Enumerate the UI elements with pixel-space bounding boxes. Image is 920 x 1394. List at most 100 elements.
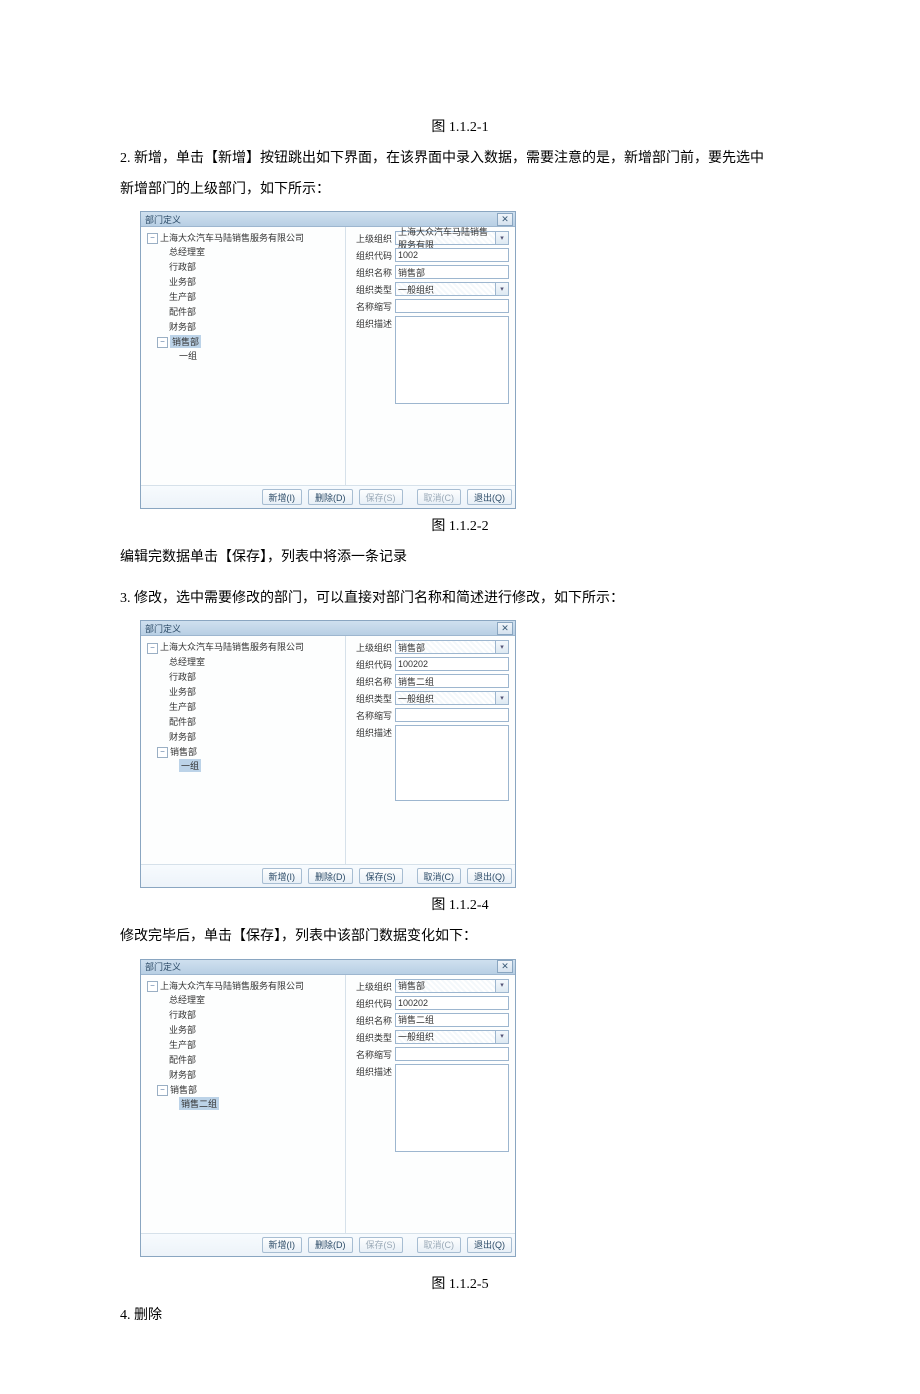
- label-parent-org: 上级组织: [352, 231, 395, 245]
- add-button[interactable]: 新增(I): [262, 868, 303, 884]
- dropdown-icon[interactable]: ▾: [496, 691, 509, 705]
- input-org-name[interactable]: 销售二组: [395, 674, 509, 688]
- label-parent-org: 上级组织: [352, 979, 395, 993]
- tree-root[interactable]: 上海大众汽车马陆销售服务有限公司: [160, 979, 304, 992]
- delete-button[interactable]: 删除(D): [308, 1237, 353, 1253]
- toggle-icon[interactable]: −: [147, 233, 158, 244]
- label-org-code: 组织代码: [352, 657, 395, 671]
- label-parent-org: 上级组织: [352, 640, 395, 654]
- tree-item[interactable]: 业务部: [169, 685, 196, 698]
- exit-button[interactable]: 退出(Q): [467, 868, 512, 884]
- tree-root[interactable]: 上海大众汽车马陆销售服务有限公司: [160, 231, 304, 244]
- para-4: 4. 删除: [120, 1303, 800, 1330]
- tree-root[interactable]: 上海大众汽车马陆销售服务有限公司: [160, 640, 304, 653]
- tree-item[interactable]: 销售部: [170, 1083, 197, 1096]
- input-org-code[interactable]: 100202: [395, 996, 509, 1010]
- para-2-line1: 2. 新增，单击【新增】按钮跳出如下界面，在该界面中录入数据，需要注意的是，新增…: [120, 146, 800, 173]
- tree-item[interactable]: 财务部: [169, 320, 196, 333]
- dropdown-icon[interactable]: ▾: [496, 282, 509, 296]
- input-desc[interactable]: [395, 1064, 509, 1152]
- input-org-code[interactable]: 100202: [395, 657, 509, 671]
- save-button[interactable]: 保存(S): [359, 868, 403, 884]
- button-bar: 新增(I) 删除(D) 保存(S) 取消(C) 退出(Q): [141, 864, 515, 887]
- input-org-type[interactable]: 一般组织: [395, 691, 496, 705]
- save-button[interactable]: 保存(S): [359, 489, 403, 505]
- label-org-code: 组织代码: [352, 996, 395, 1010]
- tree-item[interactable]: 销售部: [170, 745, 197, 758]
- close-icon[interactable]: ✕: [497, 960, 513, 973]
- tree-item[interactable]: 业务部: [169, 1023, 196, 1036]
- tree-item[interactable]: 总经理室: [169, 245, 205, 258]
- tree-item[interactable]: 总经理室: [169, 993, 205, 1006]
- tree-item[interactable]: 总经理室: [169, 655, 205, 668]
- input-abbrev[interactable]: [395, 299, 509, 313]
- tree-item[interactable]: 行政部: [169, 1008, 196, 1021]
- add-button[interactable]: 新增(I): [262, 1237, 303, 1253]
- close-icon[interactable]: ✕: [497, 622, 513, 635]
- toggle-icon[interactable]: −: [157, 1085, 168, 1096]
- toggle-icon[interactable]: −: [147, 981, 158, 992]
- button-bar: 新增(I) 删除(D) 保存(S) 取消(C) 退出(Q): [141, 485, 515, 508]
- tree-item[interactable]: 生产部: [169, 700, 196, 713]
- org-tree[interactable]: −上海大众汽车马陆销售服务有限公司 总经理室 行政部 业务部 生产部 配件部 财…: [143, 639, 343, 774]
- cancel-button[interactable]: 取消(C): [417, 868, 462, 884]
- tree-item-selected[interactable]: 销售部: [170, 335, 201, 348]
- tree-item[interactable]: 行政部: [169, 670, 196, 683]
- title-bar[interactable]: 部门定义 ✕: [141, 621, 515, 636]
- input-org-type[interactable]: 一般组织: [395, 282, 496, 296]
- dropdown-icon[interactable]: ▾: [496, 231, 509, 245]
- dropdown-icon[interactable]: ▾: [496, 1030, 509, 1044]
- input-desc[interactable]: [395, 725, 509, 801]
- input-org-code[interactable]: 1002: [395, 248, 509, 262]
- input-abbrev[interactable]: [395, 1047, 509, 1061]
- tree-item[interactable]: 生产部: [169, 290, 196, 303]
- label-desc: 组织描述: [352, 725, 395, 739]
- dept-dialog-a: 部门定义 ✕ −上海大众汽车马陆销售服务有限公司 总经理室 行政部 业务部 生产…: [140, 211, 516, 509]
- label-org-type: 组织类型: [352, 691, 395, 705]
- toggle-icon[interactable]: −: [157, 337, 168, 348]
- tree-item[interactable]: 行政部: [169, 260, 196, 273]
- input-desc[interactable]: [395, 316, 509, 404]
- form-pane: 上级组织销售部▾ 组织代码100202 组织名称销售二组 组织类型一般组织▾ 名…: [346, 636, 515, 864]
- toggle-icon[interactable]: −: [157, 747, 168, 758]
- save-button[interactable]: 保存(S): [359, 1237, 403, 1253]
- input-org-name[interactable]: 销售二组: [395, 1013, 509, 1027]
- title-bar[interactable]: 部门定义 ✕: [141, 960, 515, 975]
- tree-item[interactable]: 配件部: [169, 305, 196, 318]
- label-org-name: 组织名称: [352, 265, 395, 279]
- input-org-name[interactable]: 销售部: [395, 265, 509, 279]
- org-tree[interactable]: −上海大众汽车马陆销售服务有限公司 总经理室 行政部 业务部 生产部 配件部 财…: [143, 978, 343, 1113]
- label-desc: 组织描述: [352, 1064, 395, 1078]
- tree-item[interactable]: 一组: [179, 349, 197, 362]
- dropdown-icon[interactable]: ▾: [496, 979, 509, 993]
- tree-item[interactable]: 配件部: [169, 715, 196, 728]
- tree-item-selected[interactable]: 一组: [179, 759, 201, 772]
- org-tree[interactable]: −上海大众汽车马陆销售服务有限公司 总经理室 行政部 业务部 生产部 配件部 财…: [143, 230, 343, 365]
- tree-item[interactable]: 财务部: [169, 730, 196, 743]
- toggle-icon[interactable]: −: [147, 643, 158, 654]
- input-abbrev[interactable]: [395, 708, 509, 722]
- input-parent-org[interactable]: 上海大众汽车马陆销售服务有限: [395, 231, 496, 245]
- cancel-button[interactable]: 取消(C): [417, 489, 462, 505]
- delete-button[interactable]: 删除(D): [308, 489, 353, 505]
- tree-item-selected[interactable]: 销售二组: [179, 1097, 219, 1110]
- tree-item[interactable]: 生产部: [169, 1038, 196, 1051]
- add-button[interactable]: 新增(I): [262, 489, 303, 505]
- dropdown-icon[interactable]: ▾: [496, 640, 509, 654]
- input-parent-org[interactable]: 销售部: [395, 979, 496, 993]
- exit-button[interactable]: 退出(Q): [467, 1237, 512, 1253]
- label-org-name: 组织名称: [352, 674, 395, 688]
- label-abbrev: 名称缩写: [352, 299, 395, 313]
- input-parent-org[interactable]: 销售部: [395, 640, 496, 654]
- input-org-type[interactable]: 一般组织: [395, 1030, 496, 1044]
- delete-button[interactable]: 删除(D): [308, 868, 353, 884]
- close-icon[interactable]: ✕: [497, 213, 513, 226]
- tree-item[interactable]: 财务部: [169, 1068, 196, 1081]
- cancel-button[interactable]: 取消(C): [417, 1237, 462, 1253]
- exit-button[interactable]: 退出(Q): [467, 489, 512, 505]
- tree-item[interactable]: 配件部: [169, 1053, 196, 1066]
- title-text: 部门定义: [145, 960, 181, 973]
- dept-dialog-c: 部门定义 ✕ −上海大众汽车马陆销售服务有限公司 总经理室 行政部 业务部 生产…: [140, 959, 516, 1257]
- tree-item[interactable]: 业务部: [169, 275, 196, 288]
- label-org-code: 组织代码: [352, 248, 395, 262]
